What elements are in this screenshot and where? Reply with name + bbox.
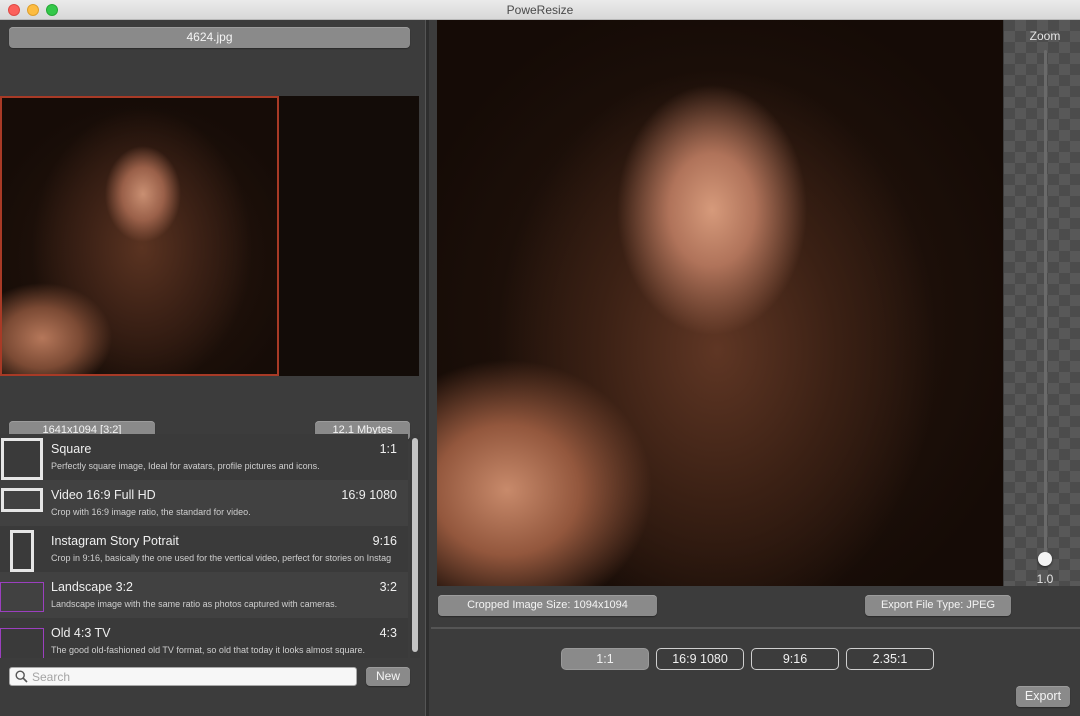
tv-ratio-icon — [0, 628, 44, 658]
close-window-button[interactable] — [8, 4, 20, 16]
ratio-button-16-9[interactable]: 16:9 1080 — [656, 648, 744, 670]
preset-list-scrollbar[interactable] — [410, 434, 420, 658]
ratio-button-9-16[interactable]: 9:16 — [751, 648, 839, 670]
ratio-button-2-35-1[interactable]: 2.35:1 — [846, 648, 934, 670]
scrollbar-thumb[interactable] — [412, 438, 418, 652]
preset-description: Landscape image with the same ratio as p… — [51, 599, 338, 609]
zoom-slider[interactable] — [1044, 50, 1047, 560]
export-file-type-button[interactable]: Export File Type: JPEG — [865, 595, 1011, 616]
preset-item-old-4-3-tv[interactable]: Old 4:3 TV 4:3 The good old-fashioned ol… — [0, 618, 408, 658]
crop-selection-thumbnail[interactable] — [0, 96, 279, 376]
square-ratio-icon — [1, 438, 43, 480]
minimize-window-button[interactable] — [27, 4, 39, 16]
preset-ratio: 1:1 — [379, 442, 397, 456]
ratio-button-1-1[interactable]: 1:1 — [561, 648, 649, 670]
cropped-size-label: Cropped Image Size: 1094x1094 — [438, 595, 657, 616]
zoom-panel — [1004, 20, 1080, 586]
title-bar: PoweResize — [0, 0, 1080, 20]
preset-description: Crop with 16:9 image ratio, the standard… — [51, 507, 251, 517]
preset-description: The good old-fashioned old TV format, so… — [51, 645, 366, 655]
preset-ratio: 16:9 1080 — [341, 488, 397, 502]
preset-ratio: 9:16 — [372, 534, 397, 548]
preset-ratio: 4:3 — [379, 626, 397, 640]
preset-item-landscape-3-2[interactable]: Landscape 3:2 3:2 Landscape image with t… — [0, 572, 408, 618]
zoom-slider-knob[interactable] — [1038, 552, 1052, 566]
landscape-ratio-icon — [0, 582, 44, 612]
preset-name: Square — [51, 442, 92, 456]
preset-item-instagram-story[interactable]: Instagram Story Potrait 9:16 Crop in 9:1… — [0, 526, 408, 572]
search-input[interactable] — [32, 669, 332, 684]
zoom-label: Zoom — [1029, 29, 1061, 43]
zoom-window-button[interactable] — [46, 4, 58, 16]
export-button[interactable]: Export — [1016, 686, 1070, 707]
preset-name: Landscape 3:2 — [51, 580, 134, 594]
portrait-ratio-icon — [10, 530, 34, 572]
horizontal-divider — [431, 627, 1080, 629]
preset-name: Old 4:3 TV — [51, 626, 111, 640]
filename-label: 4624.jpg — [9, 27, 410, 48]
preset-description: Crop in 9:16, basically the one used for… — [51, 553, 392, 563]
preset-description: Perfectly square image, Ideal for avatar… — [51, 461, 320, 471]
preset-ratio: 3:2 — [379, 580, 397, 594]
search-field[interactable] — [9, 667, 357, 686]
preset-item-video-16-9[interactable]: Video 16:9 Full HD 16:9 1080 Crop with 1… — [0, 480, 408, 526]
cropped-image-canvas[interactable] — [437, 20, 1003, 586]
preset-list[interactable]: Square 1:1 Perfectly square image, Ideal… — [0, 434, 408, 658]
preset-item-square[interactable]: Square 1:1 Perfectly square image, Ideal… — [0, 434, 408, 480]
magnifier-icon — [14, 670, 28, 684]
preset-name: Instagram Story Potrait — [51, 534, 179, 548]
zoom-value: 1.0 — [1036, 572, 1054, 586]
source-preview — [0, 96, 419, 376]
preset-name: Video 16:9 Full HD — [51, 488, 156, 502]
new-preset-button[interactable]: New — [366, 667, 410, 686]
window-title: PoweResize — [506, 3, 574, 17]
panel-divider[interactable] — [425, 20, 429, 716]
widescreen-ratio-icon — [1, 488, 43, 512]
